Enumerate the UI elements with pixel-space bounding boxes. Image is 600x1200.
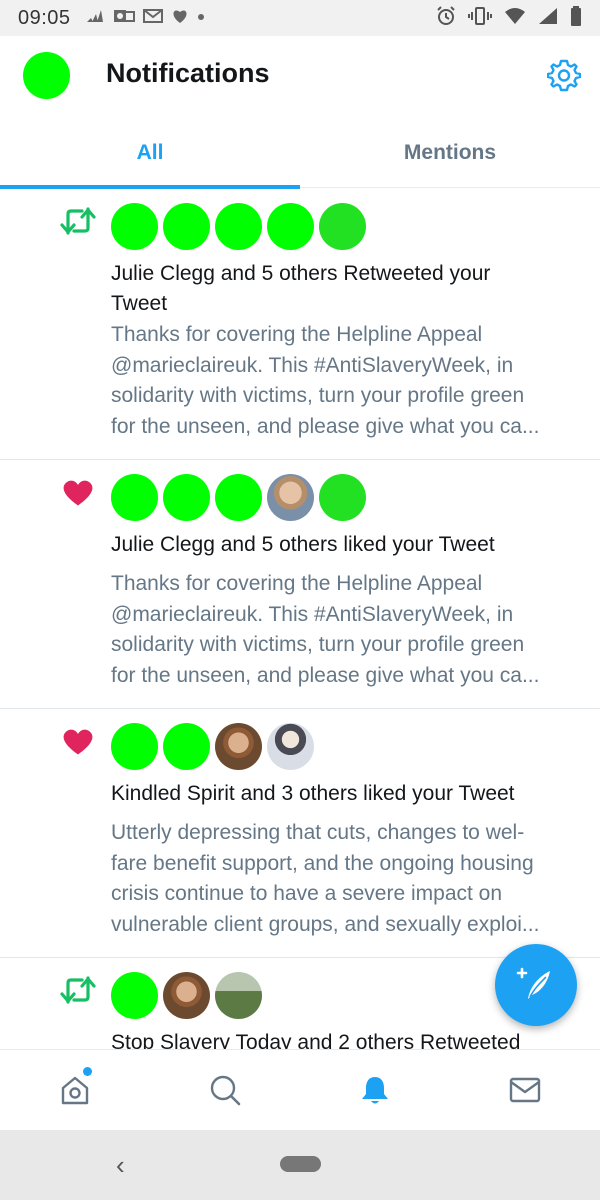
avatar-group	[111, 972, 262, 1019]
mail-icon	[509, 1077, 541, 1103]
nav-search[interactable]	[150, 1050, 300, 1130]
notifications-feed[interactable]: Julie Clegg and 5 others Retweeted your …	[0, 189, 600, 1049]
system-navigation-bar: ‹	[0, 1130, 600, 1200]
avatar[interactable]	[111, 203, 158, 250]
vibrate-icon	[468, 6, 492, 31]
avatar-photo[interactable]	[215, 723, 262, 770]
tab-all[interactable]: All	[0, 118, 300, 187]
status-notification-icons	[85, 8, 205, 29]
tweet-text-line: solidarity with victims, turn your profi…	[111, 384, 525, 407]
signal-icon	[538, 7, 558, 30]
tab-mentions[interactable]: Mentions	[300, 118, 600, 187]
home-gesture-pill[interactable]	[280, 1156, 321, 1172]
notification-title: Julie Clegg and 5 others Retweeted your …	[111, 259, 581, 319]
adidas-icon	[85, 8, 105, 29]
notification-tweet-text: Thanks for covering the Helpline Appeal …	[111, 569, 586, 691]
avatar[interactable]	[163, 723, 210, 770]
notification-tweet-text: Utterly depressing that cuts, changes to…	[111, 818, 586, 940]
tweet-text-line: solidarity with victims, turn your profi…	[111, 633, 525, 656]
compose-tweet-icon	[516, 967, 550, 999]
nav-notifications[interactable]	[300, 1050, 450, 1130]
back-icon[interactable]: ‹	[116, 1150, 125, 1181]
notification-item[interactable]: Julie Clegg and 5 others Retweeted your …	[0, 189, 600, 460]
avatar[interactable]	[163, 203, 210, 250]
avatar[interactable]	[267, 203, 314, 250]
search-icon	[210, 1075, 241, 1106]
status-system-icons	[436, 5, 582, 31]
nav-messages[interactable]	[450, 1050, 600, 1130]
gmail-icon	[142, 8, 163, 29]
avatar[interactable]	[111, 474, 158, 521]
notification-item[interactable]: Julie Clegg and 5 others liked your Twee…	[0, 460, 600, 709]
avatar[interactable]	[319, 203, 366, 250]
avatar-photo[interactable]	[215, 972, 262, 1019]
notification-title-line: Julie Clegg and 5 others liked your Twee…	[111, 533, 495, 556]
heart-icon	[63, 480, 93, 506]
notification-title-line: Tweet	[111, 292, 168, 315]
compose-tweet-button[interactable]	[495, 944, 577, 1026]
avatar-photo[interactable]	[267, 474, 314, 521]
tweet-text-line: @marieclaireuk. This #AntiSlaveryWeek, i…	[111, 353, 514, 377]
notification-title: Stop Slavery Today and 2 others Retweete…	[111, 1028, 581, 1049]
home-icon	[61, 1076, 89, 1105]
battery-icon	[570, 5, 582, 31]
notification-title-line: Julie Clegg and 5 others Retweeted your	[111, 262, 491, 285]
notification-title-line: Kindled Spirit and 3 others liked your T…	[111, 782, 515, 805]
avatar[interactable]	[163, 474, 210, 521]
avatar[interactable]	[215, 474, 262, 521]
avatar[interactable]	[215, 203, 262, 250]
tweet-text-line: fare benefit support, and the ongoing ho…	[111, 851, 534, 875]
bell-icon	[362, 1077, 388, 1104]
notification-title: Julie Clegg and 5 others liked your Twee…	[111, 530, 581, 560]
wifi-icon	[504, 7, 526, 30]
avatar-group	[111, 474, 366, 521]
avatar-photo[interactable]	[267, 723, 314, 770]
avatar[interactable]	[111, 972, 158, 1019]
tweet-text-line: Thanks for covering the Helpline Appeal	[111, 323, 483, 346]
gear-icon	[546, 59, 582, 92]
notification-tabs: All Mentions	[0, 118, 600, 189]
status-time: 09:05	[18, 6, 71, 29]
outlook-icon	[113, 8, 135, 29]
tweet-text-line: @marieclaireuk. This #AntiSlaveryWeek, i…	[111, 602, 514, 626]
bottom-navigation	[0, 1049, 600, 1130]
tweet-text-line: Utterly depressing that cuts, changes to…	[111, 821, 525, 844]
avatar[interactable]	[319, 474, 366, 521]
new-content-dot	[83, 1067, 92, 1076]
tweet-text-line: for the unseen, and please give what you…	[111, 663, 540, 687]
dot-icon	[197, 8, 205, 29]
avatar[interactable]	[111, 723, 158, 770]
avatar-photo[interactable]	[163, 972, 210, 1019]
avatar-group	[111, 203, 366, 250]
notification-title: Kindled Spirit and 3 others liked your T…	[111, 779, 581, 809]
tweet-text-line: for the unseen, and please give what you…	[111, 414, 540, 438]
heart-status-icon	[171, 8, 189, 29]
notification-tweet-text: Thanks for covering the Helpline Appeal …	[111, 320, 586, 442]
status-bar: 09:05	[0, 0, 600, 36]
app-header: Notifications	[0, 36, 600, 118]
notification-item[interactable]: Kindled Spirit and 3 others liked your T…	[0, 709, 600, 958]
retweet-icon	[60, 207, 96, 235]
tweet-text-line: Thanks for covering the Helpline Appeal	[111, 572, 483, 595]
nav-home[interactable]	[0, 1050, 150, 1130]
tweet-text-line: crisis continue to have a severe impact …	[111, 882, 503, 905]
heart-icon	[63, 729, 93, 755]
notification-title-line: Stop Slavery Today and 2 others Retweete…	[111, 1031, 521, 1049]
avatar-group	[111, 723, 314, 770]
page-title: Notifications	[106, 58, 270, 88]
alarm-icon	[436, 5, 456, 31]
retweet-icon	[60, 976, 96, 1004]
profile-avatar[interactable]	[23, 52, 70, 99]
settings-button[interactable]	[546, 58, 582, 92]
tweet-text-line: vulnerable client groups, and sexually e…	[111, 912, 540, 936]
